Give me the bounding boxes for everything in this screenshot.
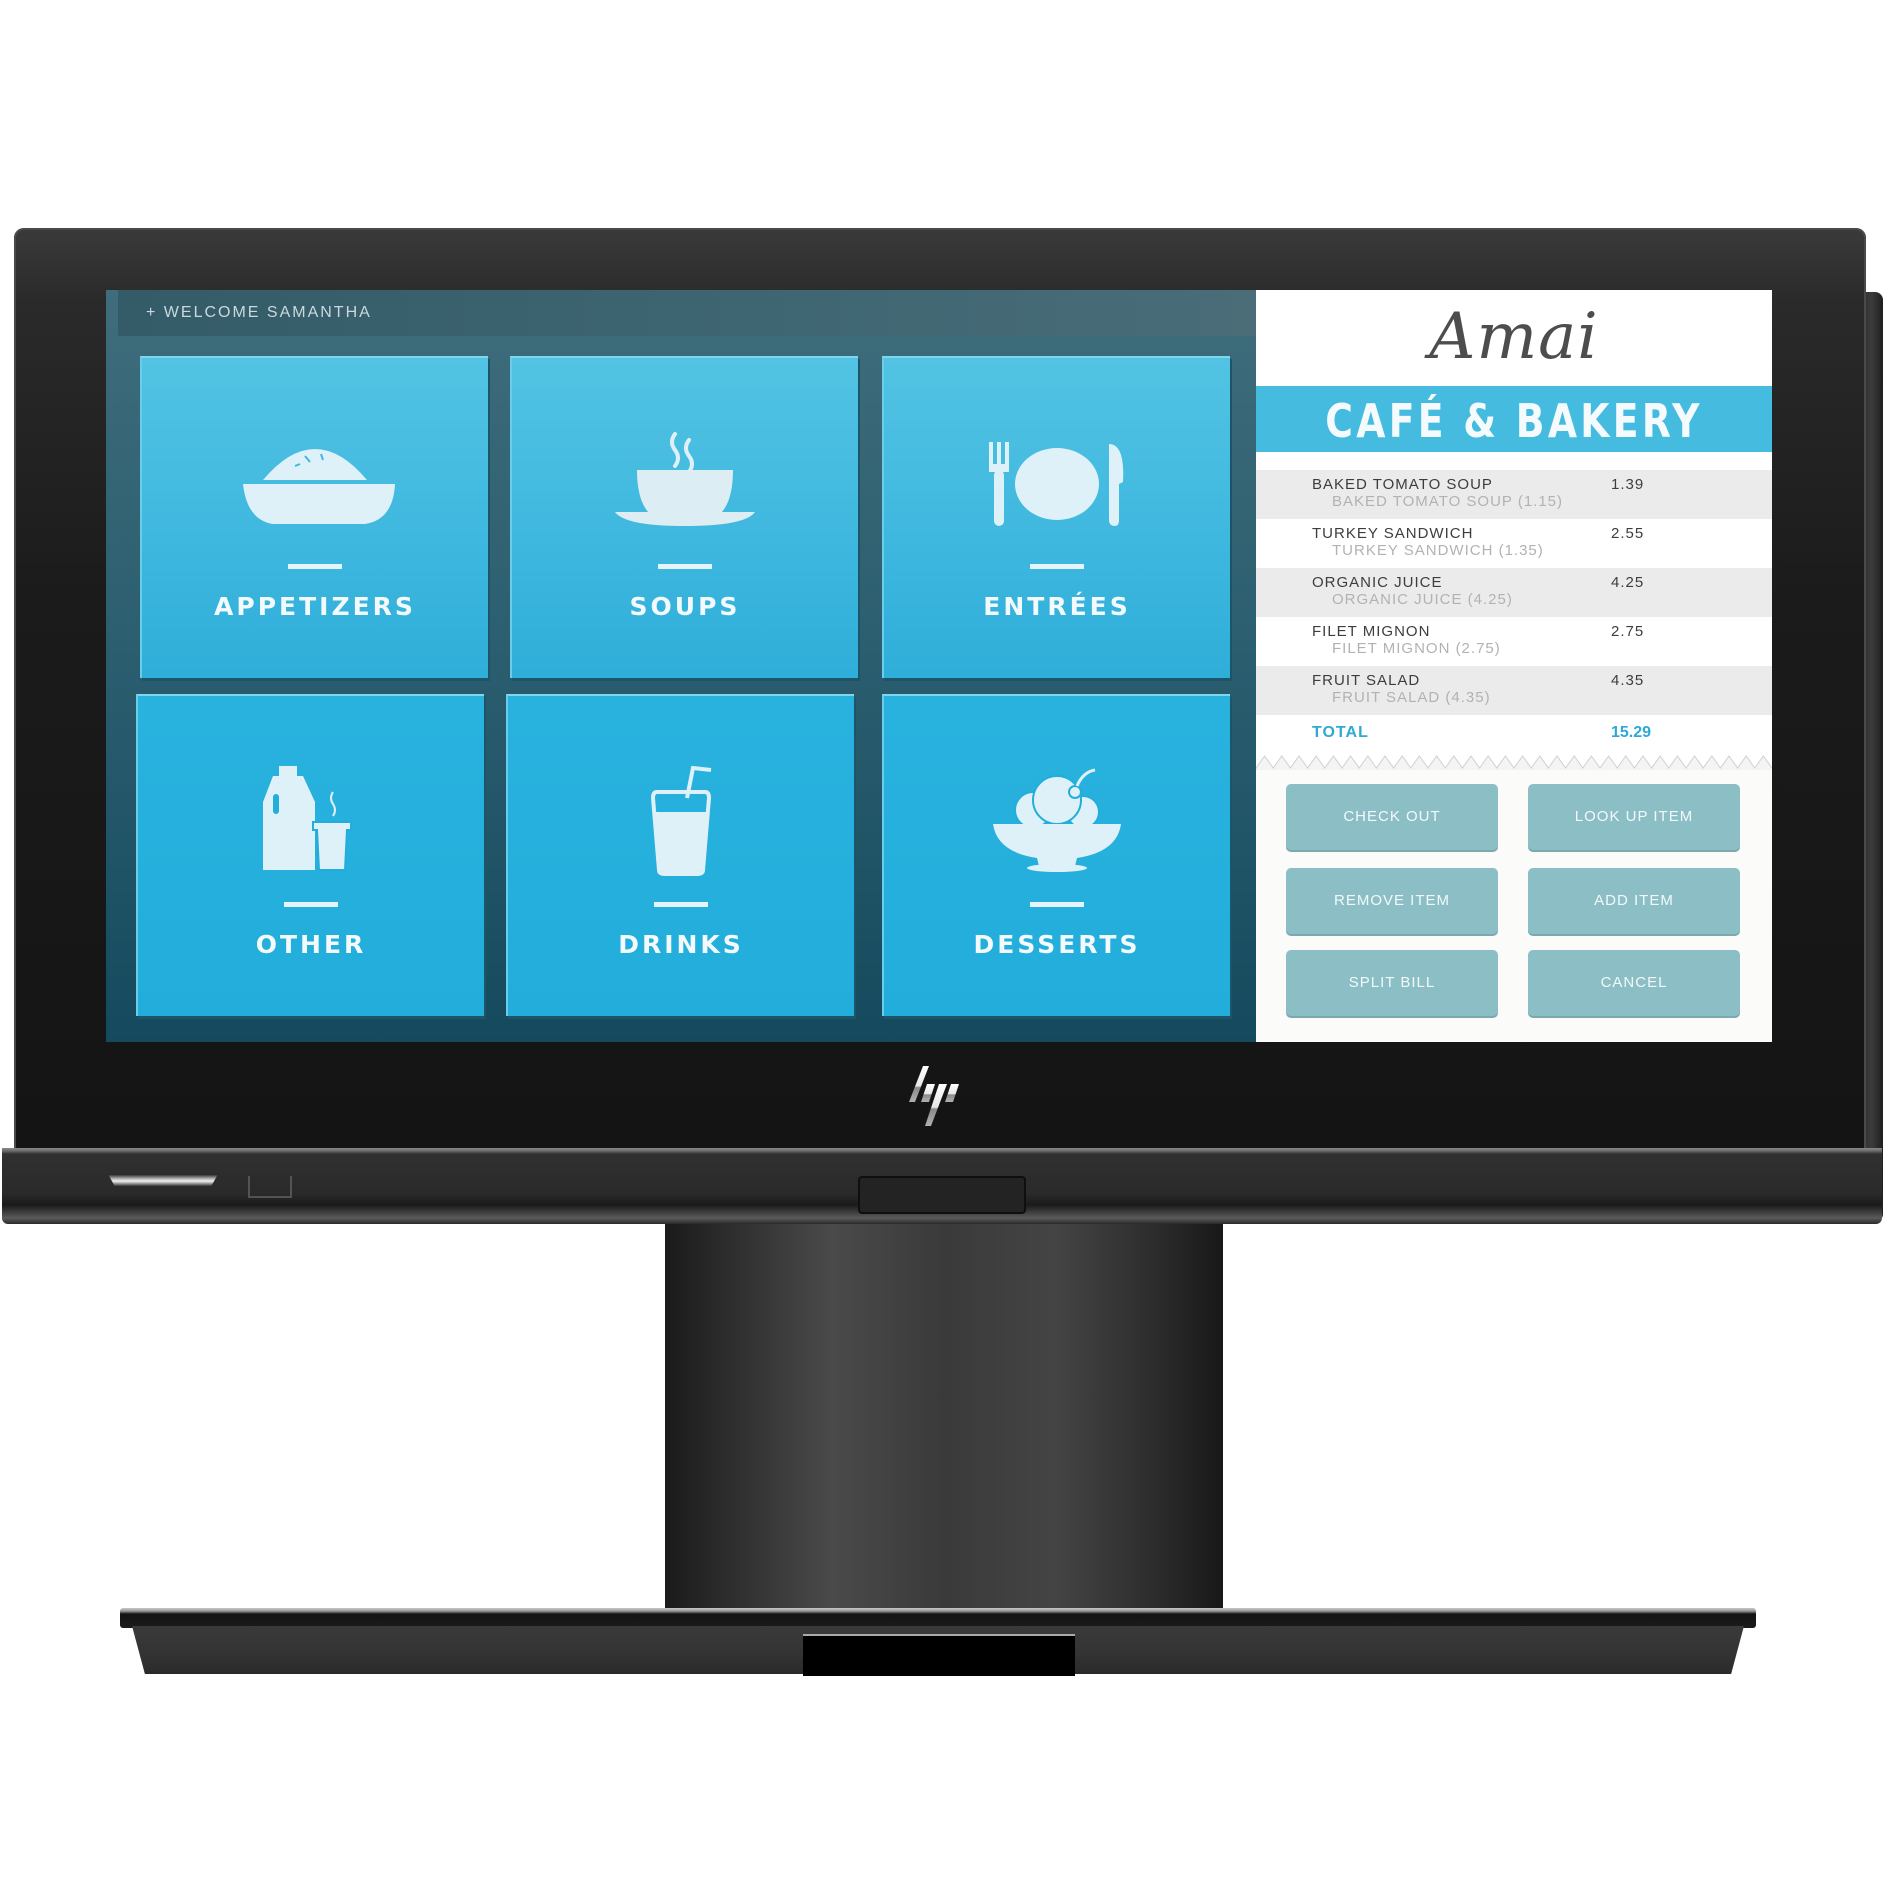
plate-fork-knife-icon: [884, 428, 1230, 538]
category-tile-soups[interactable]: SOUPS: [510, 356, 858, 678]
line-item[interactable]: BAKED TOMATO SOUP BAKED TOMATO SOUP (1.1…: [1256, 470, 1772, 519]
chin-release-tab[interactable]: [858, 1176, 1026, 1214]
brand-subtitle: CAFÉ & BAKERY: [1325, 394, 1703, 448]
welcome-text[interactable]: + WELCOME SAMANTHA: [146, 304, 372, 322]
line-item[interactable]: FRUIT SALAD FRUIT SALAD (4.35) 4.35: [1256, 666, 1772, 715]
category-tile-drinks[interactable]: DRINKS: [506, 694, 854, 1016]
category-label: DRINKS: [618, 930, 744, 959]
category-label: DESSERTS: [973, 930, 1141, 959]
add-item-button[interactable]: ADD ITEM: [1528, 868, 1740, 934]
stand-base-top: [120, 1608, 1756, 1628]
item-name: ORGANIC JUICE: [1312, 574, 1443, 591]
tile-divider: [654, 902, 708, 907]
item-price: 1.39: [1611, 476, 1645, 493]
line-item[interactable]: TURKEY SANDWICH TURKEY SANDWICH (1.35) 2…: [1256, 519, 1772, 568]
item-detail: BAKED TOMATO SOUP (1.15): [1332, 493, 1564, 510]
item-price: 2.55: [1611, 525, 1645, 542]
tile-divider: [1030, 902, 1084, 907]
split-bill-button[interactable]: SPLIT BILL: [1286, 950, 1498, 1016]
tile-divider: [284, 902, 338, 907]
item-detail: TURKEY SANDWICH (1.35): [1332, 542, 1544, 559]
item-name: TURKEY SANDWICH: [1312, 525, 1474, 542]
card-reader-slot[interactable]: [108, 1174, 218, 1186]
item-detail: FILET MIGNON (2.75): [1332, 640, 1501, 657]
tile-divider: [288, 564, 342, 569]
item-price: 2.75: [1611, 623, 1645, 640]
item-name: FRUIT SALAD: [1312, 672, 1421, 689]
item-detail: ORGANIC JUICE (4.25): [1332, 591, 1513, 608]
category-label: SOUPS: [629, 592, 741, 621]
milk-jug-coffee-icon: [138, 766, 484, 876]
category-tile-desserts[interactable]: DESSERTS: [882, 694, 1230, 1016]
category-tile-other[interactable]: OTHER: [136, 694, 484, 1016]
stand-base-port: [803, 1634, 1075, 1676]
hp-logo-icon: [909, 1066, 959, 1126]
nfc-reader-icon: [248, 1176, 292, 1198]
total-label: TOTAL: [1312, 724, 1369, 741]
remove-item-button[interactable]: REMOVE ITEM: [1286, 868, 1498, 934]
soup-cup-icon: [512, 428, 858, 538]
brand-band: CAFÉ & BAKERY: [1256, 386, 1772, 452]
brand-name: Amai: [1429, 300, 1599, 374]
glass-straw-icon: [508, 766, 854, 876]
pos-screen: + WELCOME SAMANTHA APPETIZERS SOUPS ENTR…: [106, 290, 1772, 1042]
tile-divider: [658, 564, 712, 569]
line-items: BAKED TOMATO SOUP BAKED TOMATO SOUP (1.1…: [1256, 470, 1772, 715]
item-name: FILET MIGNON: [1312, 623, 1431, 640]
line-item[interactable]: ORGANIC JUICE ORGANIC JUICE (4.25) 4.25: [1256, 568, 1772, 617]
category-label: ENTRÉES: [983, 592, 1131, 621]
look-up-item-button[interactable]: LOOK UP ITEM: [1528, 784, 1740, 850]
category-label: OTHER: [255, 930, 367, 959]
item-detail: FRUIT SALAD (4.35): [1332, 689, 1491, 706]
item-price: 4.25: [1611, 574, 1645, 591]
total-value: 15.29: [1611, 724, 1652, 741]
welcome-bar: + WELCOME SAMANTHA: [118, 290, 1256, 336]
category-tile-entrees[interactable]: ENTRÉES: [882, 356, 1230, 678]
category-tile-appetizers[interactable]: APPETIZERS: [140, 356, 488, 678]
check-out-button[interactable]: CHECK OUT: [1286, 784, 1498, 850]
item-price: 4.35: [1611, 672, 1645, 689]
line-item[interactable]: FILET MIGNON FILET MIGNON (2.75) 2.75: [1256, 617, 1772, 666]
action-panel: CHECK OUT LOOK UP ITEM REMOVE ITEM ADD I…: [1256, 770, 1772, 1042]
cancel-button[interactable]: CANCEL: [1528, 950, 1740, 1016]
total-row: TOTAL 15.29: [1256, 718, 1772, 748]
ice-cream-bowl-icon: [884, 766, 1230, 876]
category-label: APPETIZERS: [214, 592, 416, 621]
item-name: BAKED TOMATO SOUP: [1312, 476, 1493, 493]
tile-divider: [1030, 564, 1084, 569]
pie-dish-icon: [142, 428, 488, 538]
stand-neck: [665, 1224, 1223, 1614]
category-pane: + WELCOME SAMANTHA APPETIZERS SOUPS ENTR…: [106, 290, 1256, 1042]
order-receipt: Amai CAFÉ & BAKERY BAKED TOMATO SOUP BAK…: [1256, 290, 1772, 1042]
